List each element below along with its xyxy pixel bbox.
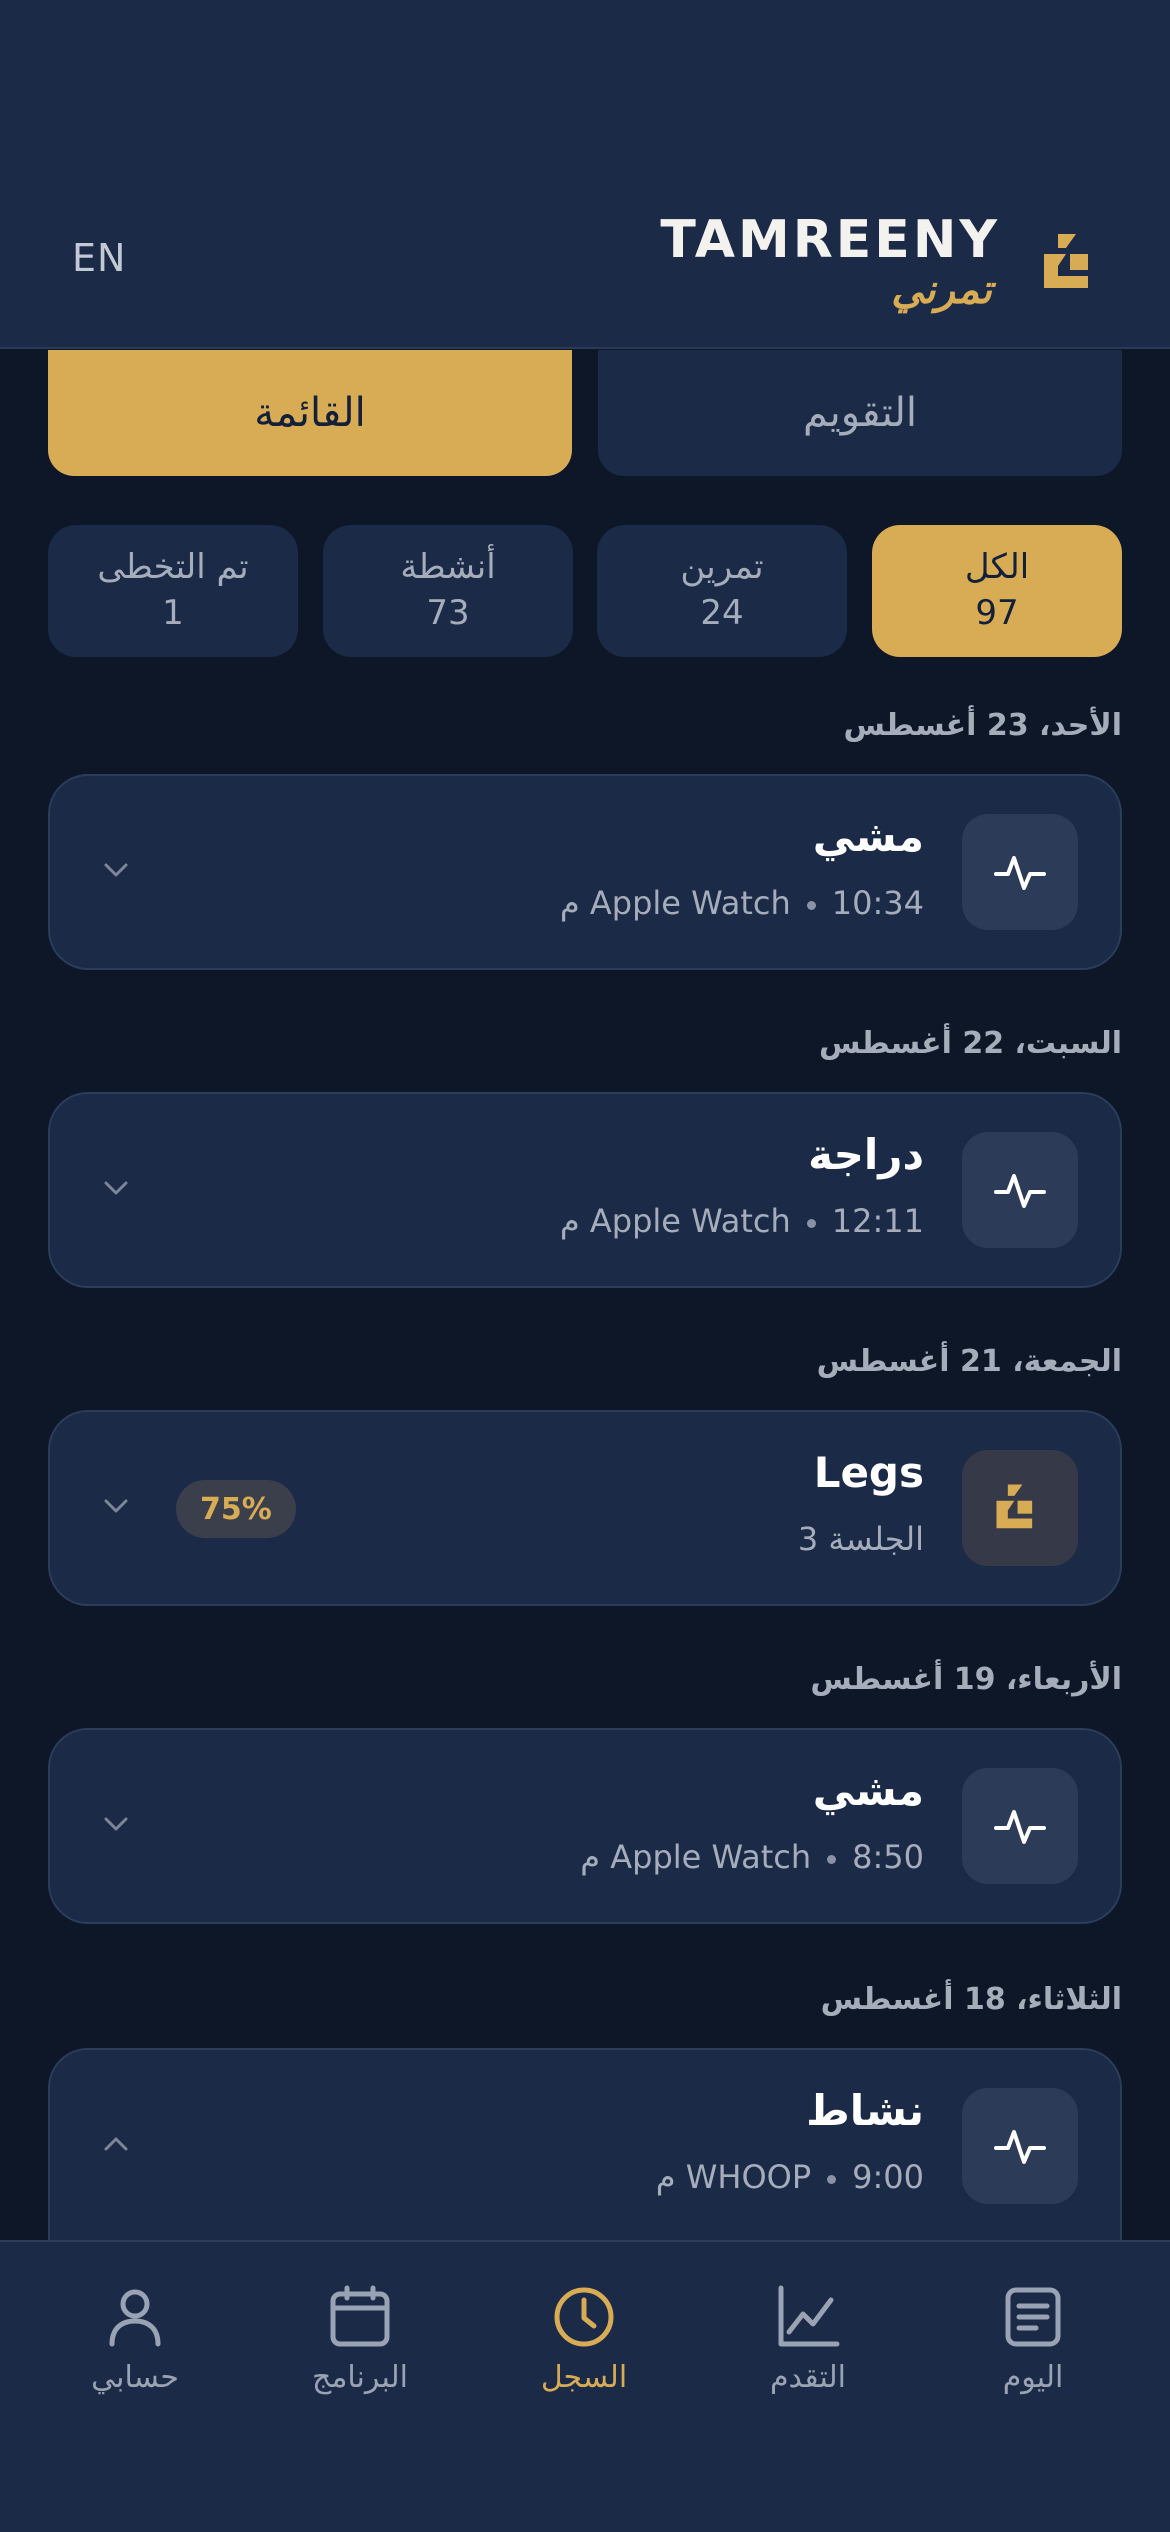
history-card[interactable]: مشي Apple Watch8:50 م <box>48 1728 1122 1924</box>
brand-title: TAMREENY <box>660 210 1000 270</box>
chevron-down-icon[interactable] <box>96 1486 136 1526</box>
day-header: الجمعة، 21 أغسطس <box>816 1344 1122 1379</box>
calendar-view-button[interactable]: التقويم <box>598 350 1122 476</box>
calendar-icon <box>330 2285 390 2347</box>
chevron-down-icon[interactable] <box>96 1168 136 1208</box>
tab-label: التقدم <box>769 2360 847 2395</box>
filter-label: تمرين <box>680 547 764 587</box>
user-icon <box>109 2289 161 2347</box>
workout-icon-box <box>962 1450 1078 1566</box>
app-header: EN TAMREENY تمرني <box>0 0 1170 349</box>
chevron-down-icon[interactable] <box>96 1804 136 1844</box>
activity-meta: WHOOP9:00 م <box>656 2158 924 2196</box>
activity-icon-box <box>962 814 1078 930</box>
tab-progress[interactable]: التقدم <box>718 2284 898 2395</box>
activity-pulse-icon <box>994 856 1046 890</box>
list-icon <box>1005 2287 1061 2347</box>
tab-program[interactable]: البرنامج <box>270 2284 450 2395</box>
activity-title: نشاط <box>806 2086 924 2135</box>
activity-title: دراجة <box>808 1130 924 1179</box>
filter-label: أنشطة <box>400 547 496 587</box>
activity-icon-box <box>962 1132 1078 1248</box>
history-card[interactable]: Legs الجلسة 3 75% <box>48 1410 1122 1606</box>
chart-line-icon <box>778 2285 840 2347</box>
day-header: الأحد، 23 أغسطس <box>843 708 1122 743</box>
filter-count: 24 <box>700 593 744 633</box>
history-card[interactable]: مشي Apple Watch10:34 م <box>48 774 1122 970</box>
filter-chips: الكل 97 تمرين 24 أنشطة 73 تم التخطى 1 <box>48 525 1122 657</box>
activity-source: Apple Watch <box>589 1202 791 1240</box>
workout-session: الجلسة 3 <box>797 1520 924 1558</box>
filter-count: 97 <box>975 593 1019 633</box>
tab-label: حسابي <box>91 2360 179 2395</box>
tamreeny-logo-icon <box>996 1484 1033 1529</box>
activity-pulse-icon <box>994 1174 1046 1208</box>
filter-workouts[interactable]: تمرين 24 <box>597 525 847 657</box>
completion-badge: 75% <box>176 1480 296 1538</box>
tab-label: السجل <box>540 2360 628 2395</box>
tab-history[interactable]: السجل <box>494 2284 674 2395</box>
activity-meta: Apple Watch8:50 م <box>580 1838 924 1876</box>
day-header: الثلاثاء، 18 أغسطس <box>820 1982 1122 2017</box>
language-toggle[interactable]: EN <box>72 236 126 280</box>
separator-dot <box>806 1218 816 1228</box>
filter-label: تم التخطى <box>97 547 249 587</box>
activity-source: Apple Watch <box>589 884 791 922</box>
filter-activities[interactable]: أنشطة 73 <box>323 525 573 657</box>
tab-label: اليوم <box>1002 2360 1064 2395</box>
tab-account[interactable]: حسابي <box>45 2284 225 2395</box>
activity-pulse-icon <box>994 1810 1046 1844</box>
chevron-up-icon[interactable] <box>96 2124 136 2164</box>
tab-label: البرنامج <box>311 2360 408 2395</box>
brand-subtitle: تمرني <box>891 266 992 313</box>
filter-count: 73 <box>426 593 470 633</box>
activity-source: Apple Watch <box>610 1838 812 1876</box>
day-header: الأربعاء، 19 أغسطس <box>810 1662 1122 1697</box>
filter-all[interactable]: الكل 97 <box>872 525 1122 657</box>
activity-meta: Apple Watch10:34 م <box>560 884 924 922</box>
tab-today[interactable]: اليوم <box>943 2284 1123 2395</box>
workout-title: Legs <box>813 1448 924 1497</box>
activity-meta: Apple Watch12:11 م <box>560 1202 924 1240</box>
activity-source: WHOOP <box>685 2158 812 2196</box>
separator-dot <box>827 2174 837 2184</box>
activity-title: مشي <box>812 812 924 861</box>
filter-label: الكل <box>964 547 1030 587</box>
chevron-down-icon[interactable] <box>96 850 136 890</box>
filter-skipped[interactable]: تم التخطى 1 <box>48 525 298 657</box>
separator-dot <box>827 1854 837 1864</box>
tamreeny-logo-icon <box>1044 234 1088 288</box>
activity-icon-box <box>962 2088 1078 2204</box>
history-card[interactable]: دراجة Apple Watch12:11 م <box>48 1092 1122 1288</box>
activity-pulse-icon <box>994 2130 1046 2164</box>
activity-title: مشي <box>812 1766 924 1815</box>
filter-count: 1 <box>162 593 184 633</box>
activity-icon-box <box>962 1768 1078 1884</box>
list-view-button[interactable]: القائمة <box>48 350 572 476</box>
bottom-tab-bar: حسابي البرنامج السجل التقدم اليوم <box>0 2240 1170 2532</box>
brand: TAMREENY تمرني <box>660 210 1110 320</box>
day-header: السبت، 22 أغسطس <box>818 1026 1122 1061</box>
clock-icon <box>554 2287 614 2347</box>
separator-dot <box>806 900 816 910</box>
